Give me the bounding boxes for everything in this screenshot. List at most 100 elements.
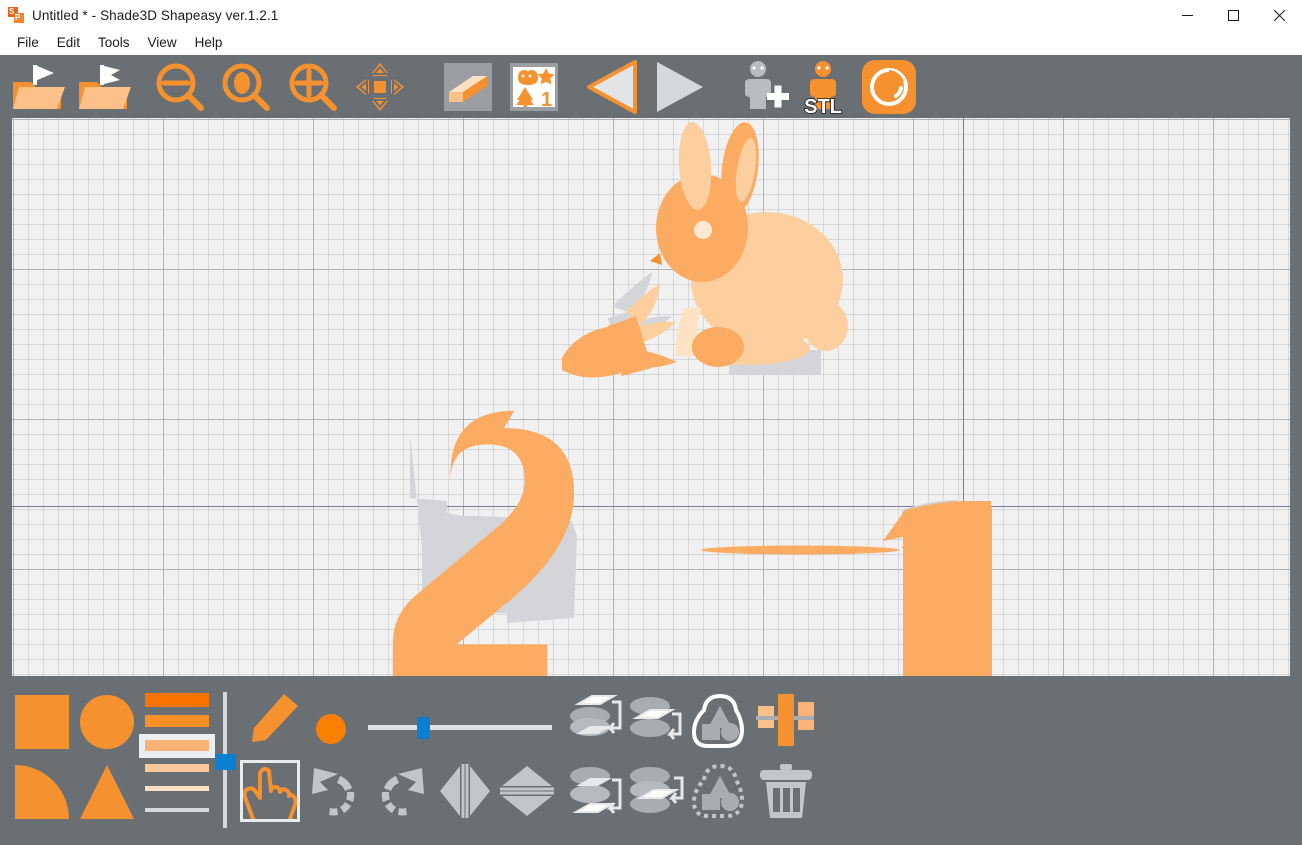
drawing-canvas[interactable] — [12, 118, 1290, 676]
delete-tool[interactable] — [758, 764, 814, 825]
add-figure-button[interactable] — [730, 55, 792, 118]
layer-backward-icon — [570, 767, 622, 814]
thickness-step-5[interactable] — [145, 786, 209, 791]
triangle-right-icon — [657, 61, 703, 112]
trash-icon — [760, 764, 812, 818]
circle-icon — [80, 695, 134, 749]
figure-plus-icon — [745, 60, 789, 109]
rotate-left-icon — [312, 768, 355, 816]
shape-triangle-tool[interactable] — [80, 765, 134, 824]
application-window: SP Untitled * - Shade3D Shapeasy ver.1.2… — [0, 0, 1302, 845]
export-stl-button[interactable]: STL — [792, 55, 854, 118]
rotate-right-icon — [381, 768, 424, 816]
layer-back-icon — [630, 767, 684, 813]
pencil-tool[interactable] — [248, 692, 300, 751]
quarter-circle-icon — [15, 765, 69, 819]
save-file-button[interactable] — [74, 55, 132, 118]
shape-quarter-circle-tool[interactable] — [15, 765, 69, 824]
magnifier-plus-icon — [289, 63, 337, 111]
sphere-refresh-icon — [862, 59, 916, 114]
close-button[interactable] — [1256, 0, 1302, 31]
shape-square-tool[interactable] — [15, 695, 69, 754]
bottom-toolbar: 微当下载 WWW.WEIDOWN.COM — [0, 676, 1302, 845]
thickness-step-1[interactable] — [145, 693, 209, 707]
zoom-in-button[interactable] — [285, 55, 341, 118]
menu-bar: File Edit Tools View Help — [0, 31, 1302, 55]
square-icon — [15, 695, 69, 749]
align-tool[interactable] — [756, 694, 814, 753]
send-to-back-tool[interactable] — [628, 764, 686, 823]
shape-circle-tool[interactable] — [80, 695, 134, 754]
magnifier-fit-icon — [222, 63, 270, 111]
mirror-horizontal-icon — [440, 764, 490, 818]
rotate-left-tool[interactable] — [310, 764, 364, 823]
triangle-icon — [80, 765, 134, 819]
folder-save-icon — [79, 64, 131, 109]
previous-button[interactable] — [582, 55, 644, 118]
mirror-horizontal-tool[interactable] — [438, 764, 492, 823]
carrot-shape — [562, 272, 678, 378]
figure-stl-icon: STL — [803, 60, 843, 115]
layer-front-icon — [570, 695, 622, 736]
thickness-selector[interactable] — [139, 690, 215, 830]
ungroup-shapes-icon — [691, 763, 745, 818]
minimize-button[interactable] — [1164, 0, 1210, 31]
stamp-button[interactable]: 1 — [508, 55, 560, 118]
group-shapes-icon — [691, 693, 745, 748]
thickness-step-3[interactable] — [145, 740, 209, 751]
pan-button[interactable] — [352, 55, 408, 118]
ground-line-shape — [701, 545, 899, 555]
depth-slider[interactable] — [215, 692, 236, 828]
dot-icon — [316, 714, 346, 744]
move-arrows-icon — [356, 62, 404, 111]
layer-forward-icon — [630, 697, 682, 740]
menu-item-help[interactable]: Help — [186, 33, 232, 53]
dot-tool[interactable] — [316, 714, 346, 749]
layer-view-button[interactable] — [442, 55, 494, 118]
bring-to-front-tool[interactable] — [568, 694, 626, 753]
size-slider-knob[interactable] — [417, 717, 430, 739]
open-file-button[interactable] — [8, 55, 66, 118]
select-hand-tool[interactable] — [240, 760, 300, 829]
depth-slider-knob[interactable] — [215, 754, 236, 770]
maximize-button[interactable] — [1210, 0, 1256, 31]
app-icon: SP — [8, 6, 25, 24]
bring-forward-tool[interactable] — [628, 694, 686, 753]
folder-open-icon — [13, 64, 65, 109]
window-controls — [1164, 0, 1302, 31]
next-button[interactable] — [648, 55, 710, 118]
thickness-step-2[interactable] — [145, 715, 209, 727]
menu-item-edit[interactable]: Edit — [48, 33, 89, 53]
size-slider-track — [368, 725, 552, 730]
triangle-left-icon — [587, 59, 637, 114]
reset-view-button[interactable] — [858, 55, 920, 118]
ungroup-tool[interactable] — [690, 763, 750, 823]
thickness-step-4[interactable] — [145, 764, 209, 772]
mirror-vertical-icon — [500, 766, 554, 816]
window-title: Untitled * - Shade3D Shapeasy ver.1.2.1 — [32, 7, 279, 23]
magnifier-minus-icon — [156, 63, 204, 111]
menu-item-tools[interactable]: Tools — [89, 33, 139, 53]
menu-item-file[interactable]: File — [8, 33, 48, 53]
thickness-step-6[interactable] — [145, 808, 209, 812]
numeral-2-shape — [392, 410, 577, 676]
numeral-1-shape — [883, 500, 992, 676]
menu-item-view[interactable]: View — [139, 33, 186, 53]
top-toolbar: 1 STL — [0, 55, 1302, 118]
layer-slab-icon — [444, 62, 492, 111]
size-slider[interactable] — [368, 716, 552, 742]
stamp-sheet-icon: 1 — [510, 62, 558, 111]
group-tool[interactable] — [690, 693, 750, 753]
align-grid-icon — [756, 694, 814, 746]
pencil-icon — [252, 694, 298, 742]
title-bar: SP Untitled * - Shade3D Shapeasy ver.1.2… — [0, 0, 1302, 31]
rotate-right-tool[interactable] — [372, 764, 426, 823]
mirror-vertical-tool[interactable] — [500, 764, 554, 823]
zoom-out-button[interactable] — [152, 55, 208, 118]
zoom-fit-button[interactable] — [218, 55, 274, 118]
rabbit-shape — [650, 122, 848, 375]
stl-caption: STL — [804, 96, 842, 115]
send-backward-tool[interactable] — [568, 764, 626, 823]
hand-pointer-icon — [242, 766, 298, 829]
svg-text:1: 1 — [541, 89, 552, 111]
